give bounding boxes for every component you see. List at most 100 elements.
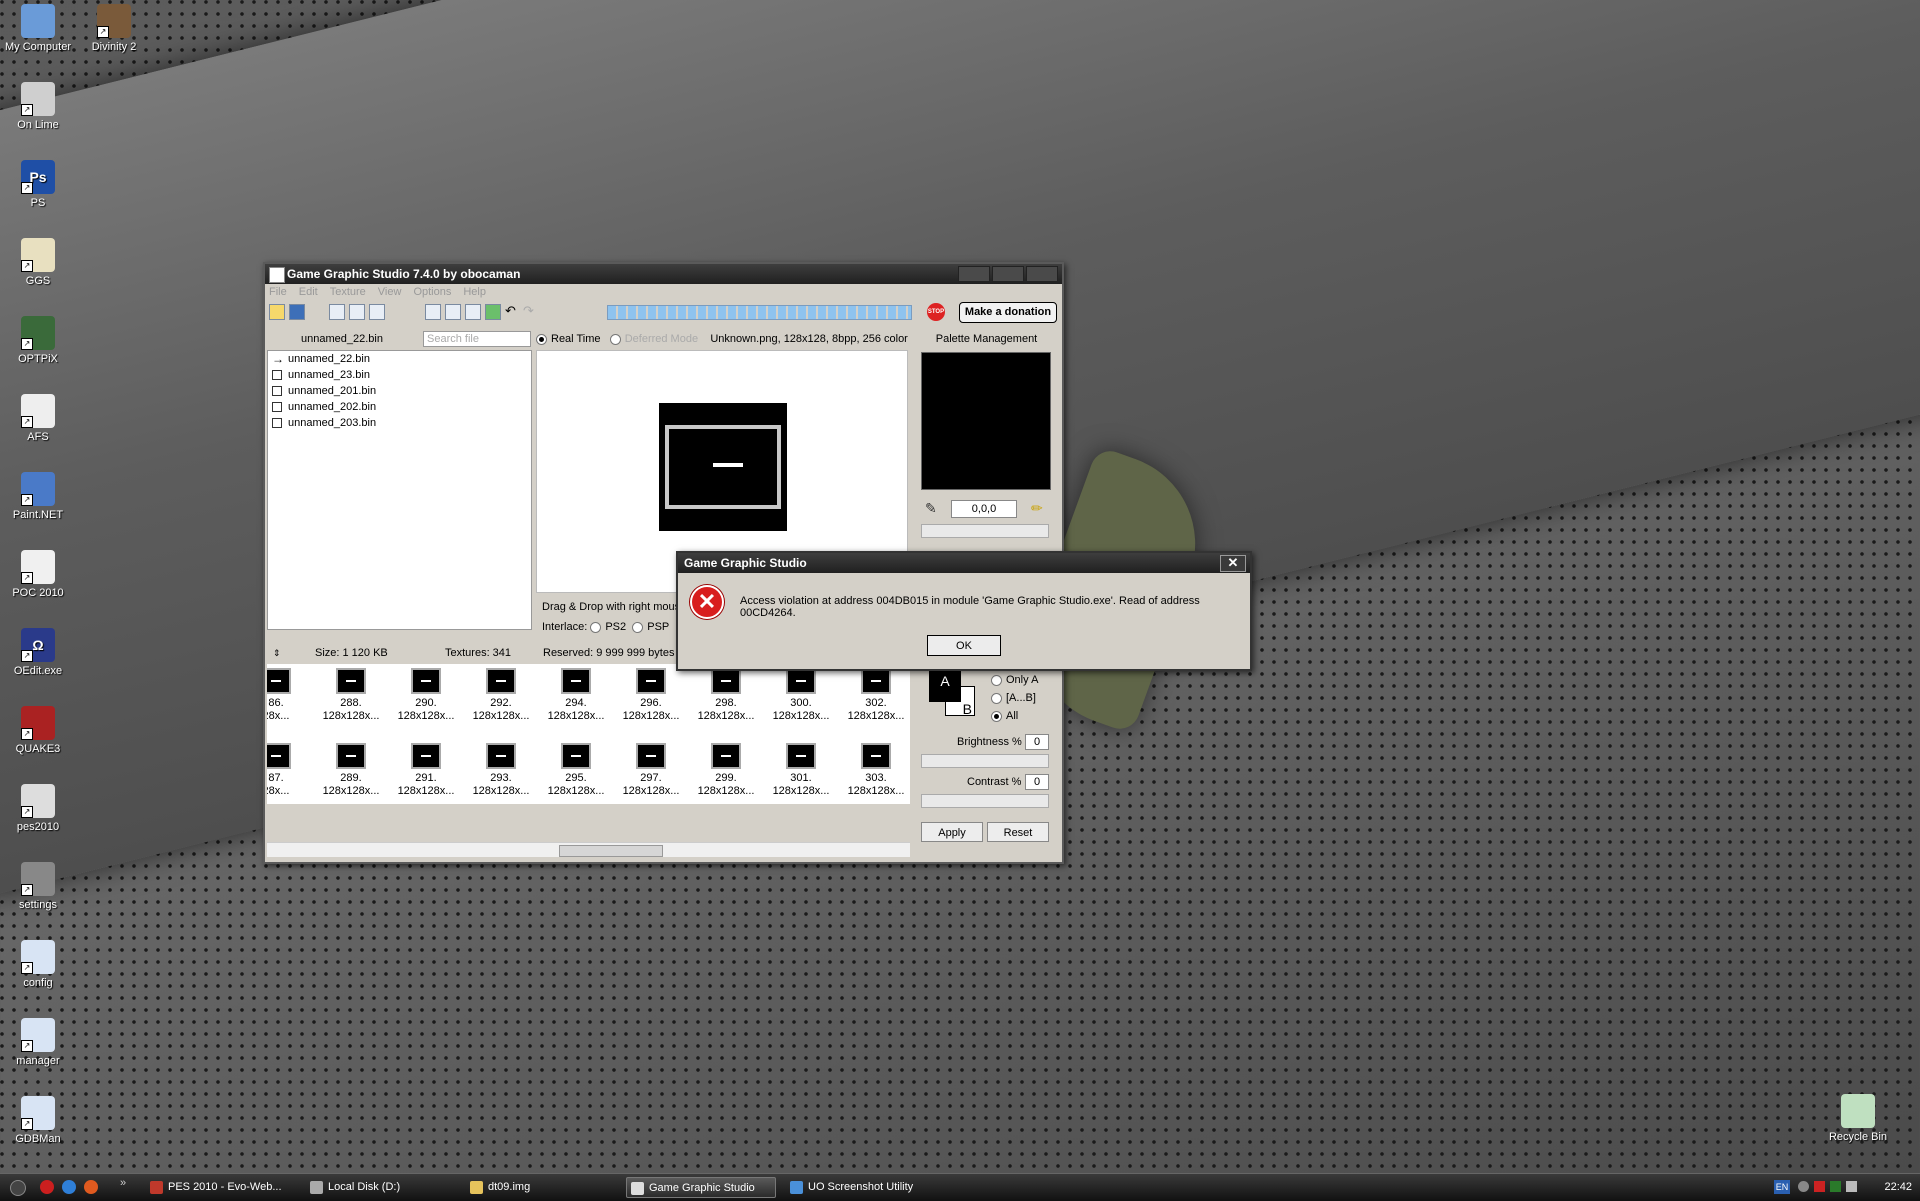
minimize-button[interactable] xyxy=(958,266,990,282)
quicklaunch-overflow-icon[interactable]: » xyxy=(120,1177,126,1189)
grid-view-icon[interactable] xyxy=(329,304,345,320)
all-radio[interactable] xyxy=(991,710,1002,722)
texture-thumbnail[interactable]: 303. 128x128x... xyxy=(841,743,910,798)
brightness-slider[interactable] xyxy=(921,754,1049,768)
desktop-icon-ps[interactable]: Ps ↗ PS xyxy=(0,160,76,209)
fit-icon[interactable] xyxy=(369,304,385,320)
desktop-icon-optpix[interactable]: ↗ OPTPiX xyxy=(0,316,76,365)
search-file-input[interactable]: Search file xyxy=(423,331,531,347)
brightness-input[interactable]: 0 xyxy=(1025,734,1049,750)
save-icon[interactable] xyxy=(289,304,305,320)
thumbnails-scrollbar[interactable] xyxy=(267,842,910,857)
task-button[interactable]: Local Disk (D:) xyxy=(306,1177,456,1198)
file-item[interactable]: unnamed_202.bin xyxy=(268,399,531,415)
desktop-icon-my-computer[interactable]: My Computer xyxy=(0,4,76,53)
task-button[interactable]: dt09.img xyxy=(466,1177,616,1198)
task-button[interactable]: Game Graphic Studio xyxy=(626,1177,776,1198)
menu-file[interactable]: File xyxy=(269,286,287,298)
texture-thumbnail[interactable]: 299. 128x128x... xyxy=(691,743,761,798)
contrast-slider[interactable] xyxy=(921,794,1049,808)
desktop-icon-afs[interactable]: ↗ AFS xyxy=(0,394,76,443)
desktop-icon-config[interactable]: ↗ config xyxy=(0,940,76,989)
redo-icon[interactable]: ↷ xyxy=(523,304,539,320)
desktop-icon-poc-2010[interactable]: ↗ POC 2010 xyxy=(0,550,76,599)
stop-icon[interactable]: STOP xyxy=(927,303,945,321)
menu-texture[interactable]: Texture xyxy=(330,286,366,298)
ok-button[interactable]: OK xyxy=(927,635,1001,656)
tray-app-icon[interactable] xyxy=(1798,1181,1809,1192)
psp-radio[interactable] xyxy=(632,621,644,633)
window-titlebar[interactable]: Game Graphic Studio 7.4.0 by obocaman xyxy=(265,264,1062,284)
desktop-icon-recycle-bin[interactable]: Recycle Bin xyxy=(1820,1094,1896,1143)
desktop-icon-settings[interactable]: ↗ settings xyxy=(0,862,76,911)
donate-button[interactable]: Make a donation xyxy=(959,302,1057,323)
texture-thumbnail[interactable]: 297. 128x128x... xyxy=(616,743,686,798)
texture-thumbnail[interactable]: 296. 128x128x... xyxy=(616,668,686,723)
texture-thumbnail[interactable]: 294. 128x128x... xyxy=(541,668,611,723)
close-button[interactable] xyxy=(1026,266,1058,282)
texture-thumbnail[interactable]: 300. 128x128x... xyxy=(766,668,836,723)
color-value-field[interactable]: 0,0,0 xyxy=(951,500,1017,518)
file-item[interactable]: unnamed_23.bin xyxy=(268,367,531,383)
texture-thumbnail[interactable]: 290. 128x128x... xyxy=(391,668,461,723)
desktop-icon-on-lime[interactable]: ↗ On Lime xyxy=(0,82,76,131)
spin-arrows-icon[interactable]: ⇕ xyxy=(273,644,281,662)
palette-scrollbar[interactable] xyxy=(921,524,1049,538)
only-a-option[interactable]: Only A xyxy=(991,674,1038,686)
texture-thumbnail[interactable]: 302. 128x128x... xyxy=(841,668,910,723)
desktop-icon-ggs[interactable]: ↗ GGS xyxy=(0,238,76,287)
check-icon[interactable] xyxy=(425,304,441,320)
desktop-icon-divinity-2[interactable]: ↗ Divinity 2 xyxy=(76,4,152,53)
palette-grid[interactable] xyxy=(921,352,1051,490)
texture-thumbnail[interactable]: 289. 128x128x... xyxy=(316,743,386,798)
texture-thumbnail[interactable]: 295. 128x128x... xyxy=(541,743,611,798)
color-a-swatch[interactable]: A xyxy=(929,670,961,702)
opera-icon[interactable] xyxy=(40,1180,54,1194)
zoom-icon[interactable] xyxy=(349,304,365,320)
tray-volume-icon[interactable] xyxy=(1846,1181,1857,1192)
tray-shield-icon[interactable] xyxy=(1814,1181,1825,1192)
eyedropper-icon[interactable]: ✎ xyxy=(925,500,937,517)
texture-thumbnail[interactable]: 301. 128x128x... xyxy=(766,743,836,798)
deferred-radio[interactable] xyxy=(609,333,621,345)
pencil-icon[interactable]: ✏ xyxy=(1031,500,1043,517)
resize-icon[interactable] xyxy=(465,304,481,320)
image-icon[interactable] xyxy=(485,304,501,320)
texture-thumbnail[interactable]: 288. 128x128x... xyxy=(316,668,386,723)
texture-thumbnail[interactable]: 298. 128x128x... xyxy=(691,668,761,723)
task-button[interactable]: PES 2010 - Evo-Web... xyxy=(146,1177,296,1198)
dialog-titlebar[interactable]: Game Graphic Studio ✕ xyxy=(678,553,1250,573)
start-orb-icon[interactable] xyxy=(10,1180,26,1196)
texture-thumbnail[interactable]: 291. 128x128x... xyxy=(391,743,461,798)
tray-network-icon[interactable] xyxy=(1830,1181,1841,1192)
file-item[interactable]: unnamed_201.bin xyxy=(268,383,531,399)
language-indicator[interactable]: EN xyxy=(1774,1180,1790,1194)
desktop-icon-paint-net[interactable]: ↗ Paint.NET xyxy=(0,472,76,521)
texture-thumbnail[interactable]: 86.28x... xyxy=(267,668,311,723)
contrast-input[interactable]: 0 xyxy=(1025,774,1049,790)
ie-icon[interactable] xyxy=(62,1180,76,1194)
texture-thumbnail[interactable]: 87.28x... xyxy=(267,743,311,798)
texture-thumbnail[interactable]: 292. 128x128x... xyxy=(466,668,536,723)
file-item[interactable]: unnamed_203.bin xyxy=(268,415,531,431)
desktop-icon-oedit-exe[interactable]: Ω ↗ OEdit.exe xyxy=(0,628,76,677)
a-b-option[interactable]: [A...B] xyxy=(991,692,1036,704)
desktop-icon-manager[interactable]: ↗ manager xyxy=(0,1018,76,1067)
texture-thumbnail[interactable]: 293. 128x128x... xyxy=(466,743,536,798)
dialog-close-icon[interactable]: ✕ xyxy=(1220,555,1246,572)
menu-edit[interactable]: Edit xyxy=(299,286,318,298)
scroll-knob[interactable] xyxy=(559,845,663,857)
clock[interactable]: 22:42 xyxy=(1884,1174,1912,1201)
apply-button[interactable]: Apply xyxy=(921,822,983,842)
menu-view[interactable]: View xyxy=(378,286,402,298)
desktop-icon-pes2010[interactable]: ↗ pes2010 xyxy=(0,784,76,833)
reset-button[interactable]: Reset xyxy=(987,822,1049,842)
task-button[interactable]: UO Screenshot Utility xyxy=(786,1177,936,1198)
menu-options[interactable]: Options xyxy=(413,286,451,298)
file-item[interactable]: → unnamed_22.bin xyxy=(268,351,531,367)
menu-help[interactable]: Help xyxy=(463,286,486,298)
desktop-icon-gdbman[interactable]: ↗ GDBMan xyxy=(0,1096,76,1145)
firefox-icon[interactable] xyxy=(84,1180,98,1194)
select-icon[interactable] xyxy=(445,304,461,320)
ps2-radio[interactable] xyxy=(590,621,602,633)
